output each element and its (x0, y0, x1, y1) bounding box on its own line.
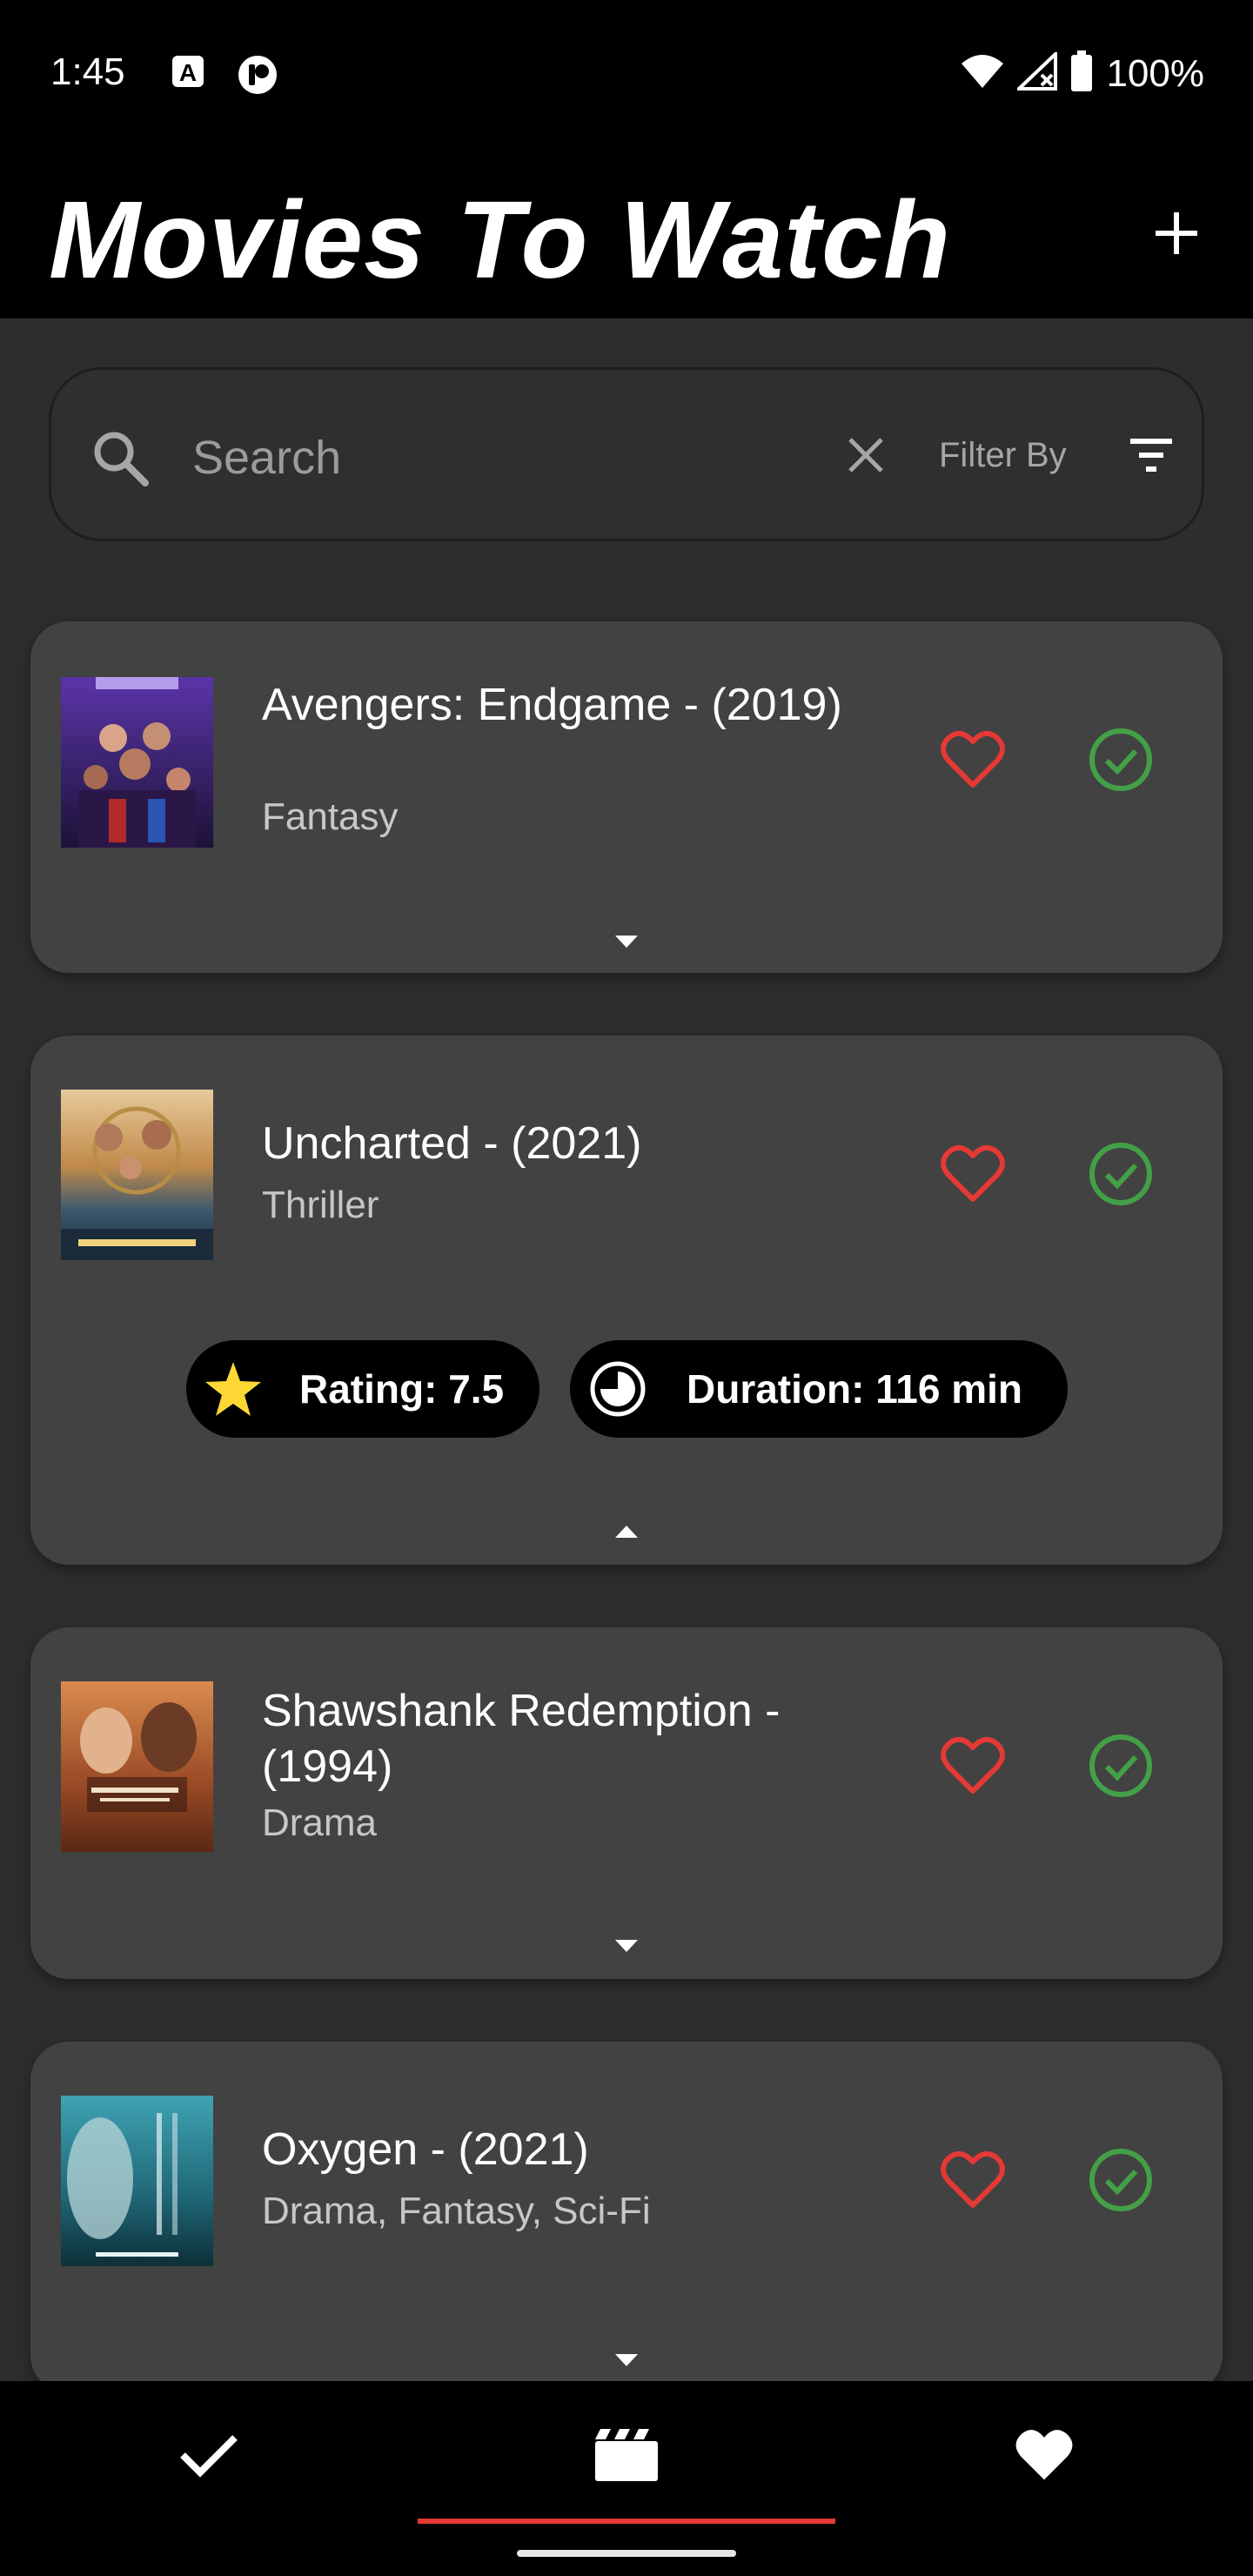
battery-icon (1069, 50, 1094, 97)
movie-card[interactable]: Avengers: Endgame - (2019) Fantasy (30, 621, 1223, 973)
favorite-button[interactable] (934, 1135, 1012, 1213)
movie-title: Uncharted - (2021) (262, 1118, 642, 1169)
nav-movies[interactable] (418, 2381, 835, 2529)
check-circle-icon (1089, 2149, 1152, 2211)
favorite-button[interactable] (934, 1727, 1012, 1805)
movie-title: Shawshank Redemption - (1994) (262, 1686, 781, 1792)
mark-watched-button[interactable] (1082, 1135, 1160, 1213)
collapse-toggle[interactable] (600, 1514, 653, 1549)
expand-toggle[interactable] (600, 1929, 653, 1963)
gesture-handle[interactable] (517, 2550, 736, 2557)
check-circle-icon (1089, 1143, 1152, 1205)
chevron-down-icon (615, 936, 638, 948)
movie-card[interactable]: Oxygen - (2021) Drama, Fantasy, Sci-Fi (30, 2042, 1223, 2393)
movie-poster (61, 1090, 213, 1260)
heart-outline-icon (941, 1736, 1005, 1794)
filter-icon[interactable] (1129, 436, 1174, 479)
status-time: 1:45 (50, 50, 125, 93)
check-circle-icon (1089, 1734, 1152, 1797)
battery-percentage: 100% (1106, 51, 1204, 95)
favorite-button[interactable] (934, 2141, 1012, 2219)
wifi-icon (960, 53, 1005, 94)
nav-favorites[interactable] (835, 2381, 1253, 2529)
favorites-heart-icon (1015, 2430, 1073, 2480)
star-icon (205, 1362, 261, 1416)
status-right: 100% (960, 50, 1204, 97)
add-movie-button[interactable] (1143, 200, 1209, 266)
heart-outline-icon (941, 1144, 1005, 1202)
signal-icon (1015, 50, 1058, 95)
page-title: Movies To Watch (49, 178, 952, 301)
filter-by-label[interactable]: Filter By (939, 436, 1067, 475)
active-tab-indicator (418, 2519, 835, 2524)
rating-text: Rating: 7.5 (299, 1366, 505, 1412)
search-icon (90, 427, 151, 493)
movie-poster (61, 677, 213, 848)
movie-genre: Drama, Fantasy, Sci-Fi (262, 2190, 651, 2232)
heart-outline-icon (941, 2150, 1005, 2208)
movie-title: Oxygen - (2021) (262, 2124, 589, 2175)
plus-icon (1156, 212, 1197, 254)
check-circle-icon (1089, 728, 1152, 791)
notification-icons: A (171, 54, 278, 100)
movies-clapper-icon (595, 2429, 658, 2481)
bottom-navigation (0, 2381, 1253, 2576)
movie-poster (61, 2096, 213, 2266)
heart-outline-icon (941, 730, 1005, 788)
status-bar: 1:45 A 100% (0, 0, 1253, 148)
mark-watched-button[interactable] (1082, 721, 1160, 799)
nav-watched[interactable] (0, 2381, 418, 2529)
chevron-up-icon (615, 1526, 638, 1538)
clear-search-icon[interactable] (841, 431, 890, 484)
movie-card[interactable]: Uncharted - (2021) Thriller Rating: 7.5 … (30, 1036, 1223, 1565)
expand-toggle[interactable] (600, 924, 653, 959)
favorite-button[interactable] (934, 721, 1012, 799)
movie-title: Avengers: Endgame - (2019) (262, 680, 842, 730)
duration-chip: Duration: 116 min (570, 1340, 1068, 1438)
chevron-down-icon (615, 2354, 638, 2366)
movie-genre: Thriller (262, 1184, 379, 1226)
app-bar: Movies To Watch (0, 148, 1253, 319)
duration-text: Duration: 116 min (687, 1366, 1022, 1412)
rating-chip: Rating: 7.5 (186, 1340, 539, 1438)
movie-genre: Drama (262, 1801, 378, 1844)
movie-genre: Fantasy (262, 795, 399, 838)
expand-toggle[interactable] (600, 2343, 653, 2378)
search-bar: Filter By (49, 367, 1204, 541)
watched-check-icon (180, 2435, 238, 2478)
search-input[interactable] (191, 422, 716, 493)
movie-poster (61, 1681, 213, 1852)
app-notification-icon (237, 54, 278, 100)
movie-card[interactable]: Shawshank Redemption - (1994) Drama (30, 1627, 1223, 1979)
timelapse-icon (590, 1361, 646, 1417)
mark-watched-button[interactable] (1082, 1727, 1160, 1805)
a-notification-icon: A (171, 54, 205, 100)
chevron-down-icon (615, 1940, 638, 1952)
svg-text:A: A (179, 59, 197, 86)
mark-watched-button[interactable] (1082, 2141, 1160, 2219)
